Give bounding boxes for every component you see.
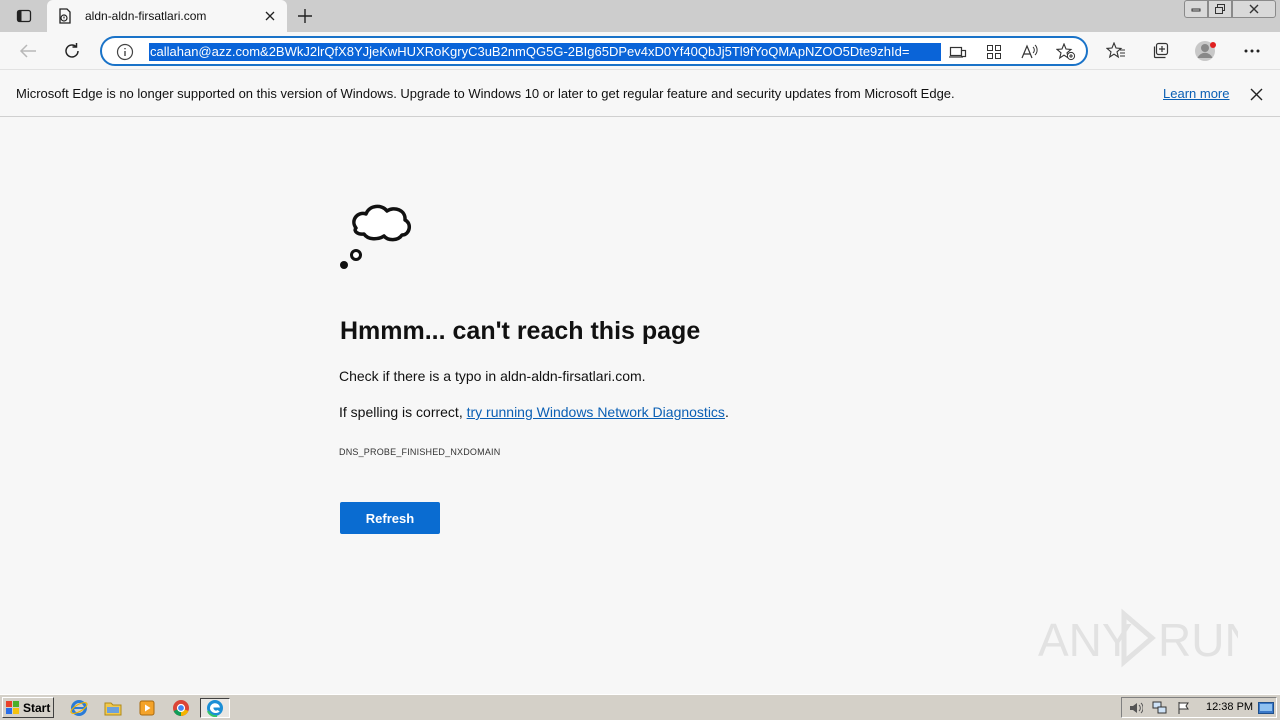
taskbar-clock[interactable]: 12:38 PM (1206, 701, 1253, 713)
learn-more-link[interactable]: Learn more (1163, 86, 1229, 101)
internet-explorer-icon[interactable] (68, 698, 90, 718)
restore-button[interactable] (1208, 0, 1232, 18)
app-available-icon[interactable] (947, 41, 969, 63)
window-close-button[interactable] (1232, 0, 1276, 18)
diagnostics-suffix: . (724, 404, 729, 420)
collections-icon[interactable] (1144, 35, 1176, 67)
edge-icon[interactable] (200, 698, 230, 718)
start-button[interactable]: Start (2, 697, 54, 718)
refresh-icon[interactable] (56, 35, 88, 67)
page-favicon (57, 8, 73, 24)
read-aloud-icon[interactable] (1019, 41, 1041, 63)
watermark-any: ANY (1038, 614, 1133, 666)
minimize-button[interactable] (1184, 0, 1208, 18)
close-icon[interactable] (259, 5, 281, 27)
error-title: Hmmm... can't reach this page (340, 317, 701, 345)
unsupported-os-infobar: Microsoft Edge is no longer supported on… (0, 71, 1280, 117)
url-text[interactable]: callahan@azz.com&2BWkJ2lrQfX8YJjeKwHUXRo… (149, 43, 941, 61)
favorites-icon[interactable] (1100, 35, 1132, 67)
apps-grid-icon[interactable] (983, 41, 1005, 63)
active-tab[interactable]: aldn-aldn-firsatlari.com (47, 0, 287, 32)
network-diagnostics-link[interactable]: try running Windows Network Diagnostics (467, 404, 725, 420)
show-desktop-icon[interactable] (1258, 700, 1274, 716)
close-icon[interactable] (1246, 84, 1266, 104)
chrome-icon[interactable] (170, 698, 192, 718)
refresh-button[interactable]: Refresh (340, 502, 440, 534)
infobar-message: Microsoft Edge is no longer supported on… (16, 86, 955, 101)
error-code: DNS_PROBE_FINISHED_NXDOMAIN (339, 447, 501, 457)
tab-actions-icon[interactable] (8, 4, 40, 28)
system-tray: 12:38 PM (1121, 697, 1277, 718)
thought-cloud-icon (340, 204, 411, 269)
media-player-icon[interactable] (136, 698, 158, 718)
error-page: Hmmm... can't reach this page Check if t… (0, 118, 1280, 694)
diagnostics-prefix: If spelling is correct, (339, 404, 467, 420)
speaker-icon[interactable] (1128, 700, 1144, 716)
anyrun-watermark: ANY RUN (1038, 608, 1238, 668)
add-favorite-icon[interactable] (1055, 41, 1077, 63)
tab-strip: aldn-aldn-firsatlari.com (0, 0, 1280, 32)
browser-toolbar: callahan@azz.com&2BWkJ2lrQfX8YJjeKwHUXRo… (0, 32, 1280, 70)
windows-logo-icon (6, 700, 19, 714)
file-explorer-icon[interactable] (102, 698, 124, 718)
network-icon[interactable] (1152, 700, 1168, 716)
windows-taskbar: Start 12:38 PM (0, 694, 1280, 720)
watermark-run: RUN (1158, 614, 1238, 666)
action-center-flag-icon[interactable] (1176, 700, 1192, 716)
diagnostics-hint: If spelling is correct, try running Wind… (339, 404, 729, 420)
tab-title: aldn-aldn-firsatlari.com (85, 9, 207, 23)
more-icon[interactable] (1236, 35, 1268, 67)
address-bar[interactable]: callahan@azz.com&2BWkJ2lrQfX8YJjeKwHUXRo… (100, 36, 1088, 66)
typo-hint: Check if there is a typo in aldn-aldn-fi… (339, 368, 646, 384)
back-arrow-icon[interactable] (12, 35, 44, 67)
plus-icon[interactable] (292, 4, 318, 28)
info-icon[interactable] (116, 43, 134, 61)
profile-avatar-icon[interactable] (1190, 35, 1222, 67)
start-label: Start (23, 700, 51, 715)
